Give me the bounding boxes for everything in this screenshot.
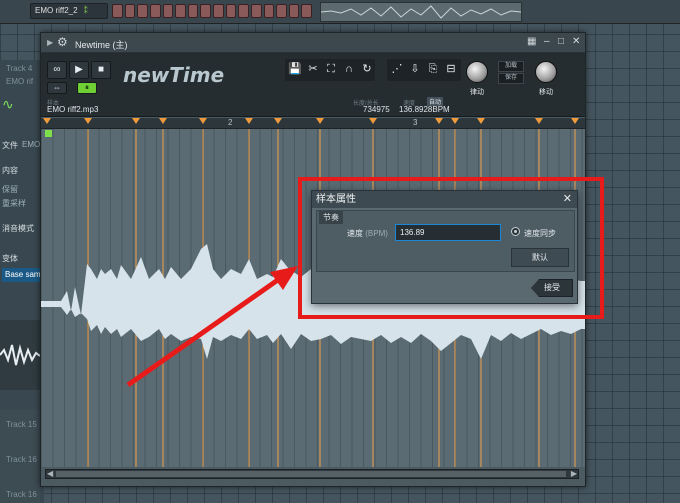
annotation-arrow: [126, 266, 298, 388]
